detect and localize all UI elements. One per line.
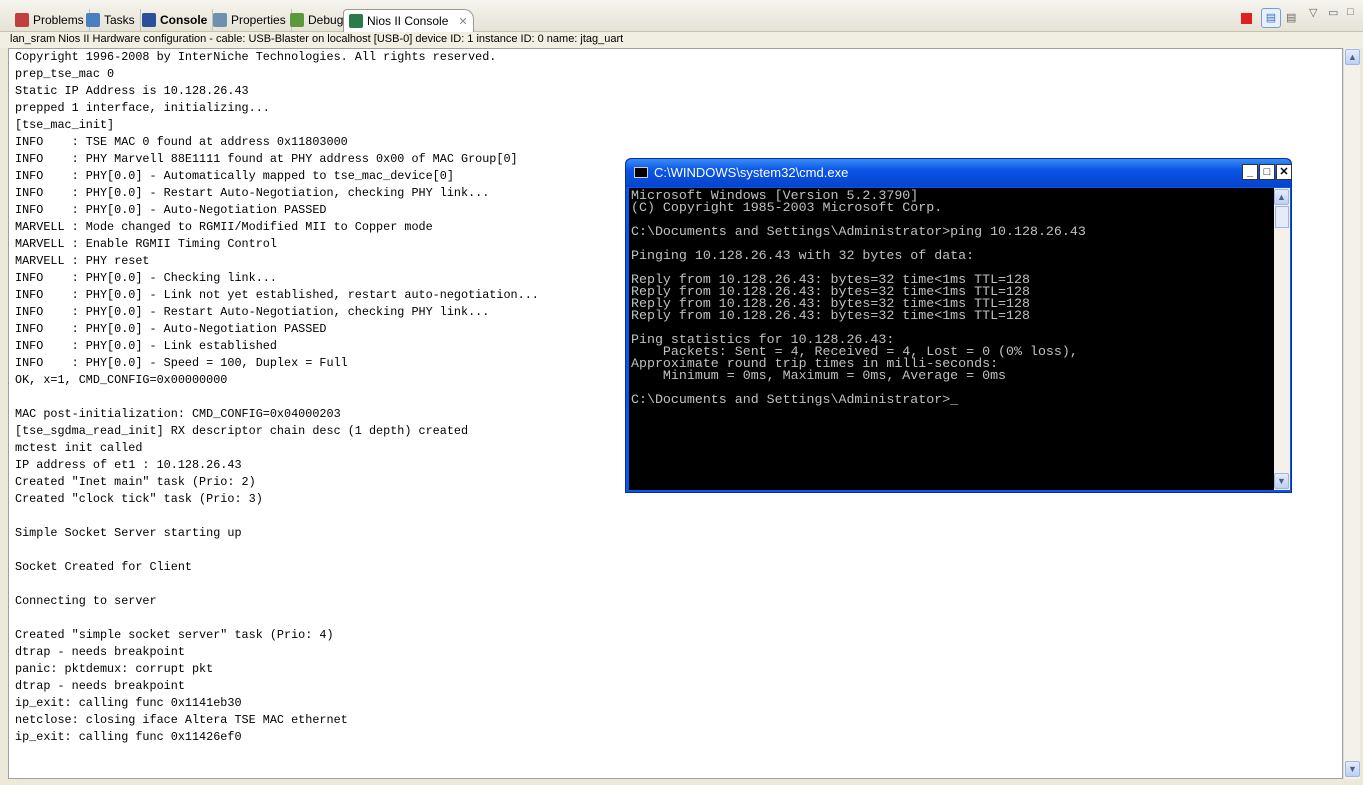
- tab-properties[interactable]: Properties: [208, 9, 292, 31]
- tab-label: Tasks: [104, 13, 135, 27]
- console-line: Created "simple socket server" task (Pri…: [15, 628, 334, 642]
- console-line: MAC post-initialization: CMD_CONFIG=0x04…: [15, 407, 341, 421]
- cmd-close-button[interactable]: ✕: [1276, 164, 1292, 180]
- console-line: Socket Created for Client: [15, 560, 192, 574]
- console-line: MARVELL : PHY reset: [15, 254, 150, 268]
- console-line: INFO : PHY[0.0] - Link not yet establish…: [15, 288, 539, 302]
- scroll-down-button[interactable]: ▼: [1345, 761, 1360, 777]
- console-icon: [142, 13, 156, 27]
- terminate-icon[interactable]: [1241, 13, 1252, 24]
- problems-icon: [15, 13, 29, 27]
- console-line: INFO : PHY[0.0] - Link established: [15, 339, 277, 353]
- cmd-icon: [634, 167, 648, 178]
- console-line: INFO : PHY[0.0] - Restart Auto-Negotiati…: [15, 305, 490, 319]
- close-tab-icon[interactable]: ✕: [458, 15, 467, 28]
- minimize-icon[interactable]: ▭: [1328, 6, 1338, 19]
- console-line: ip_exit: calling func 0x1141eb30: [15, 696, 242, 710]
- console-line: INFO : PHY[0.0] - Automatically mapped t…: [15, 169, 454, 183]
- console-line: prepped 1 interface, initializing...: [15, 101, 270, 115]
- console-line: Simple Socket Server starting up: [15, 526, 242, 540]
- cmd-line: C:\Documents and Settings\Administrator>…: [631, 224, 1086, 239]
- view-tab-bar: Problems Tasks Console Properties Debug Nios …: [0, 0, 1363, 32]
- tab-label: Properties: [231, 13, 286, 27]
- console-line: Copyright 1996-2008 by InterNiche Techno…: [15, 50, 497, 64]
- view-menu-icon[interactable]: ▽: [1309, 6, 1317, 19]
- tab-console[interactable]: Console: [137, 9, 214, 31]
- cmd-line: Pinging 10.128.26.43 with 32 bytes of da…: [631, 248, 975, 263]
- cmd-title: C:\WINDOWS\system32\cmd.exe: [654, 165, 849, 180]
- console-line: MARVELL : Mode changed to RGMII/Modified…: [15, 220, 433, 234]
- tab-label: Problems: [33, 13, 84, 27]
- console-line: Created "Inet main" task (Prio: 2): [15, 475, 256, 489]
- properties-icon: [213, 13, 227, 27]
- tab-label: Debug: [308, 13, 344, 27]
- console-scrollbar[interactable]: ▲ ▼: [1343, 48, 1360, 779]
- console-line: [tse_mac_init]: [15, 118, 115, 132]
- cmd-scroll-down[interactable]: ▼: [1274, 473, 1289, 489]
- tab-debug[interactable]: Debug: [285, 9, 350, 31]
- console-line: INFO : PHY[0.0] - Auto-Negotiation PASSE…: [15, 322, 327, 336]
- cmd-line: Minimum = 0ms, Maximum = 0ms, Average = …: [631, 368, 1007, 383]
- tab-problems[interactable]: Problems: [10, 9, 90, 31]
- console-line: dtrap - needs breakpoint: [15, 645, 185, 659]
- cmd-maximize-button[interactable]: □: [1259, 164, 1275, 180]
- console-line: INFO : TSE MAC 0 found at address 0x1180…: [15, 135, 348, 149]
- console-status-line: lan_sram Nios II Hardware configuration …: [0, 32, 1363, 48]
- nios-console-icon: [349, 14, 363, 28]
- tab-label: Nios II Console: [367, 14, 449, 28]
- debug-icon: [290, 13, 304, 27]
- console-line: INFO : PHY Marvell 88E1111 found at PHY …: [15, 152, 518, 166]
- tab-tasks[interactable]: Tasks: [81, 9, 141, 31]
- console-line: INFO : PHY[0.0] - Restart Auto-Negotiati…: [15, 186, 490, 200]
- cmd-output[interactable]: Microsoft Windows [Version 5.2.3790] (C) …: [629, 188, 1274, 490]
- console-line: INFO : PHY[0.0] - Speed = 100, Duplex = …: [15, 356, 348, 370]
- tab-label: Console: [160, 13, 208, 27]
- console-line: INFO : PHY[0.0] - Checking link...: [15, 271, 277, 285]
- console-line: Static IP Address is 10.128.26.43: [15, 84, 249, 98]
- console-line: [tse_sgdma_read_init] RX descriptor chai…: [15, 424, 469, 438]
- console-line: Created "clock tick" task (Prio: 3): [15, 492, 263, 506]
- console-line: IP address of et1 : 10.128.26.43: [15, 458, 242, 472]
- cmd-minimize-button[interactable]: _: [1242, 164, 1258, 180]
- console-line: ip_exit: calling func 0x11426ef0: [15, 730, 242, 744]
- console-line: mctest init called: [15, 441, 143, 455]
- cmd-titlebar[interactable]: C:\WINDOWS\system32\cmd.exe _ □ ✕: [626, 159, 1292, 187]
- cmd-window[interactable]: C:\WINDOWS\system32\cmd.exe _ □ ✕ Micros…: [625, 158, 1292, 493]
- console-line: netclose: closing iface Altera TSE MAC e…: [15, 713, 348, 727]
- cmd-scrollbar[interactable]: ▲ ▼: [1274, 188, 1290, 490]
- cmd-line: Reply from 10.128.26.43: bytes=32 time<1…: [631, 308, 1030, 323]
- cmd-scroll-up[interactable]: ▲: [1274, 189, 1289, 205]
- console-line: Connecting to server: [15, 594, 157, 608]
- cmd-scroll-thumb[interactable]: [1275, 206, 1289, 228]
- tasks-icon: [86, 13, 100, 27]
- display-selected-console-icon[interactable]: ▤: [1261, 8, 1281, 28]
- console-line: INFO : PHY[0.0] - Auto-Negotiation PASSE…: [15, 203, 327, 217]
- cmd-line: C:\Documents and Settings\Administrator>…: [631, 392, 959, 407]
- tab-nios-ii-console[interactable]: Nios II Console ✕: [343, 9, 474, 32]
- scroll-up-button[interactable]: ▲: [1345, 49, 1360, 65]
- clear-console-icon[interactable]: ▤: [1286, 11, 1296, 24]
- cmd-line: (C) Copyright 1985-2003 Microsoft Corp.: [631, 200, 943, 215]
- console-line: MARVELL : Enable RGMII Timing Control: [15, 237, 277, 251]
- console-line: OK, x=1, CMD_CONFIG=0x00000000: [15, 373, 228, 387]
- console-line: dtrap - needs breakpoint: [15, 679, 185, 693]
- console-line: panic: pktdemux: corrupt pkt: [15, 662, 214, 676]
- console-line: prep_tse_mac 0: [15, 67, 115, 81]
- maximize-icon[interactable]: □: [1347, 6, 1354, 18]
